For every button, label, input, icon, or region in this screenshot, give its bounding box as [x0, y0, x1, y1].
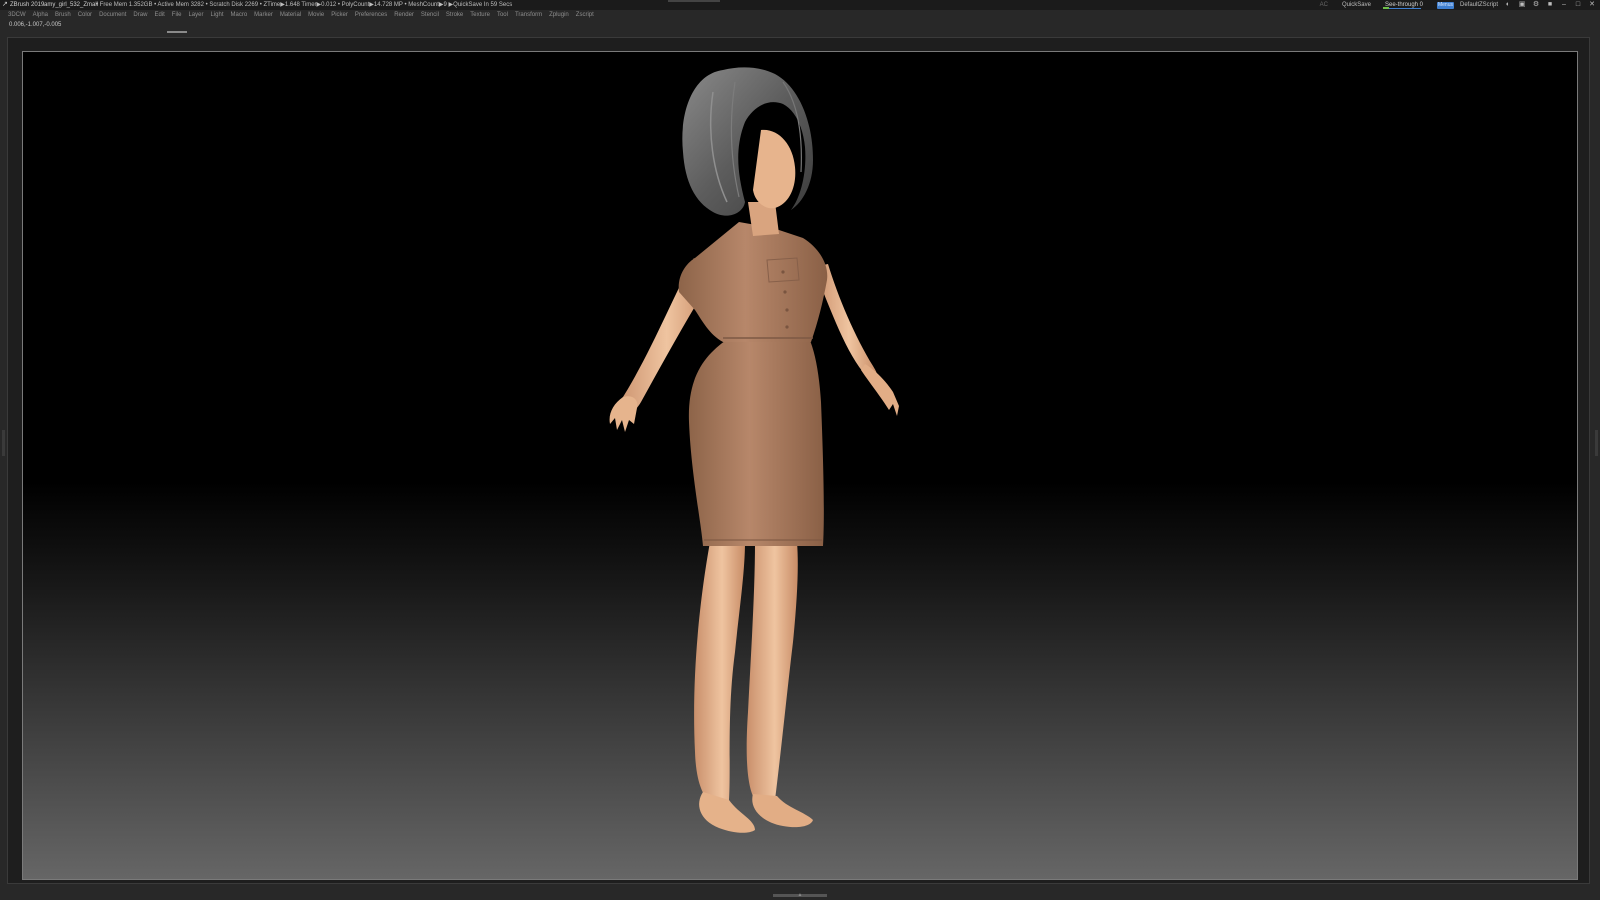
button-1 [781, 270, 785, 274]
close-icon[interactable]: ✕ [1588, 1, 1596, 9]
left-leg [694, 542, 745, 802]
file-name: amy_girl_532_Zmall [44, 2, 99, 8]
palette-icon[interactable]: ◐ [1504, 1, 1512, 9]
right-hand [861, 364, 899, 416]
menu-item-alpha[interactable]: Alpha [33, 10, 48, 20]
restore-icon[interactable]: □ [1574, 1, 1582, 9]
see-through-slider[interactable]: See-through 0 [1382, 1, 1424, 9]
menu-item-zscript[interactable]: Zscript [576, 10, 594, 20]
menu-item-transform[interactable]: Transform [515, 10, 542, 20]
menu-item-draw[interactable]: Draw [133, 10, 147, 20]
menu-item-file[interactable]: File [172, 10, 182, 20]
menu-item-movie[interactable]: Movie [308, 10, 324, 20]
left-tray-handle[interactable] [2, 430, 5, 456]
menu-item-color[interactable]: Color [78, 10, 92, 20]
menu-item-material[interactable]: Material [280, 10, 301, 20]
menu-item-render[interactable]: Render [394, 10, 414, 20]
menu-item-layer[interactable]: Layer [188, 10, 203, 20]
top-shelf-handle[interactable] [668, 0, 720, 2]
title-bar: ↗ ZBrush 2019 amy_girl_532_Zmall • Free … [0, 0, 1600, 10]
see-through-slider-fill [1382, 7, 1389, 9]
menu-item-stroke[interactable]: Stroke [446, 10, 463, 20]
status-readout: • Free Mem 1.352GB • Active Mem 3282 • S… [96, 2, 513, 8]
menu-item-3dcw[interactable]: 3DCW [8, 10, 26, 20]
lock-icon[interactable]: ■ [1546, 1, 1554, 9]
title-bar-controls: AC QuickSave See-through 0 Menus Default… [1320, 0, 1596, 10]
3d-canvas[interactable] [22, 51, 1578, 880]
menu-item-texture[interactable]: Texture [470, 10, 490, 20]
dress-bodice [678, 222, 828, 342]
dress-skirt [688, 338, 824, 546]
chevron-down-icon[interactable]: ▲ [796, 893, 804, 898]
top-shelf-scroll-handle[interactable] [167, 31, 187, 33]
default-zscript-button[interactable]: DefaultZScript [1460, 0, 1498, 10]
button-3 [785, 308, 789, 312]
right-leg [746, 542, 798, 800]
menu-item-brush[interactable]: Brush [55, 10, 71, 20]
right-foot [752, 794, 813, 828]
button-4 [785, 325, 789, 329]
settings-icon[interactable]: ⚙ [1532, 1, 1540, 9]
menu-item-picker[interactable]: Picker [331, 10, 348, 20]
menu-items: 3DCW Alpha Brush Color Document Draw Edi… [8, 10, 594, 20]
layout-icon[interactable]: ▣ [1518, 1, 1526, 9]
main-menu-bar: 3DCW Alpha Brush Color Document Draw Edi… [0, 10, 1600, 20]
menu-item-document[interactable]: Document [99, 10, 126, 20]
face [753, 129, 796, 209]
right-tray-handle[interactable] [1595, 430, 1598, 456]
app-title: ZBrush 2019 [10, 2, 45, 8]
ac-toggle[interactable]: AC [1320, 0, 1328, 10]
see-through-label: See-through 0 [1384, 2, 1424, 8]
minimize-icon[interactable]: – [1560, 1, 1568, 9]
cursor-coordinates: 0.006,-1.007,-0.005 [9, 22, 62, 28]
button-2 [783, 290, 787, 294]
left-hand [609, 396, 638, 432]
menu-item-marker[interactable]: Marker [254, 10, 273, 20]
zbrush-logo-icon: ↗ [2, 1, 8, 8]
menu-item-zplugin[interactable]: Zplugin [549, 10, 569, 20]
info-row: 0.006,-1.007,-0.005 [0, 20, 1600, 34]
menus-button[interactable]: Menus [1436, 1, 1454, 9]
menu-item-preferences[interactable]: Preferences [355, 10, 387, 20]
hair [682, 67, 813, 216]
menu-item-stencil[interactable]: Stencil [421, 10, 439, 20]
menu-item-tool[interactable]: Tool [497, 10, 508, 20]
quicksave-button[interactable]: QuickSave [1342, 0, 1371, 10]
menu-item-macro[interactable]: Macro [230, 10, 247, 20]
menu-item-edit[interactable]: Edit [154, 10, 164, 20]
sculpted-character-model[interactable] [23, 52, 1578, 880]
menu-item-light[interactable]: Light [210, 10, 223, 20]
